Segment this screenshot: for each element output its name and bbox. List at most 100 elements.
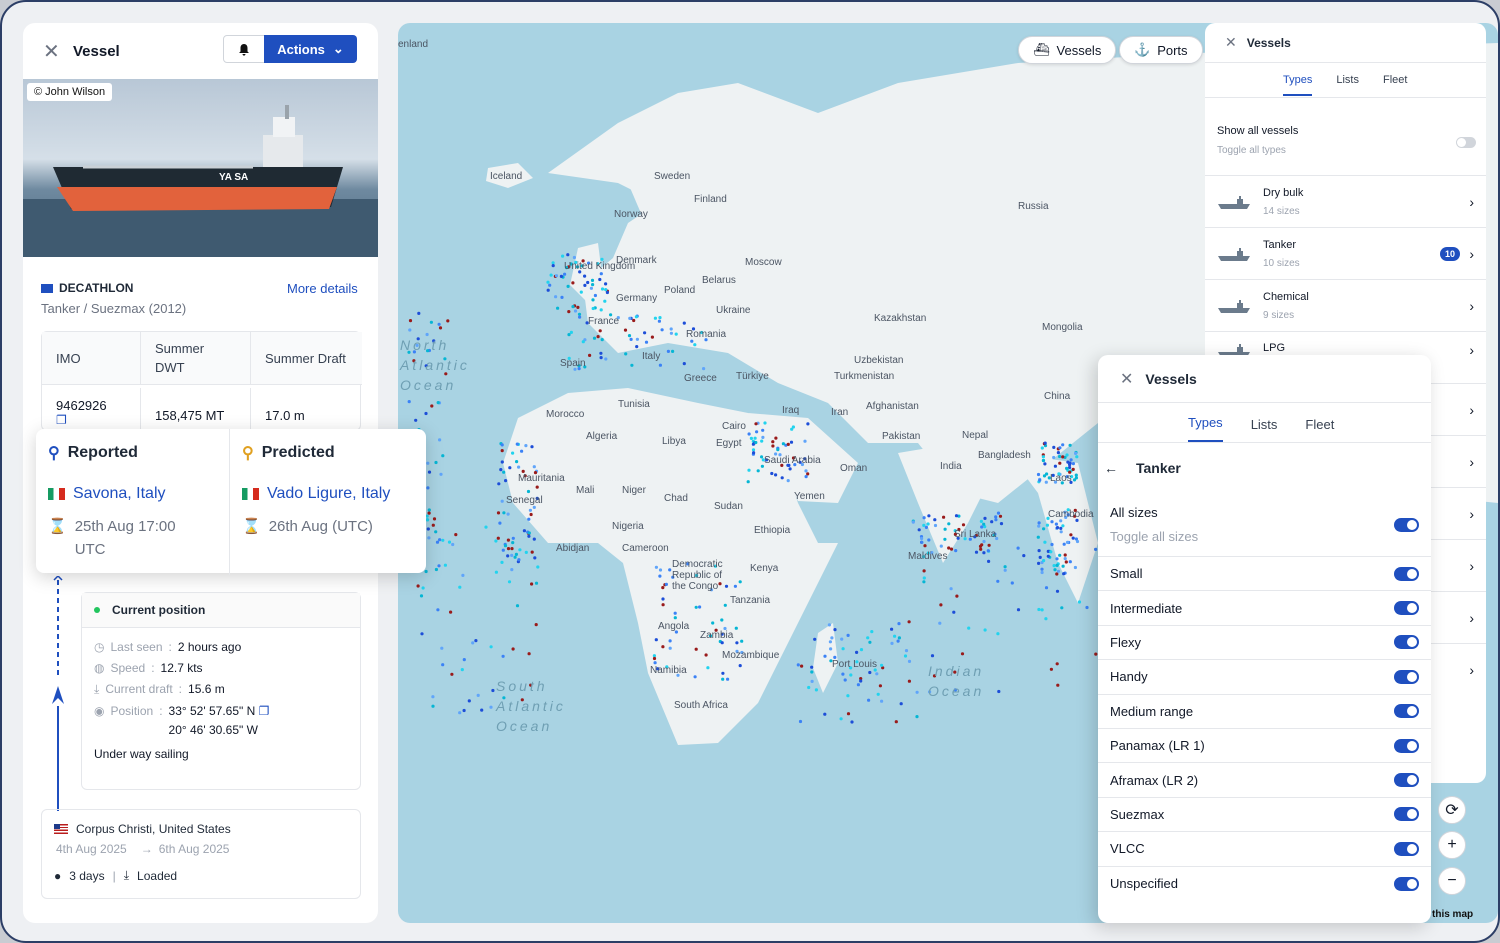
reported-port[interactable]: ⚲ Reported Savona, Italy ⌛ 25th Aug 17:0…: [36, 429, 230, 575]
refresh-button[interactable]: ⟳: [1438, 796, 1466, 824]
vessel-marker: [780, 476, 784, 480]
size-toggle[interactable]: [1394, 601, 1419, 616]
vessels-layer-button[interactable]: ⛴ Vessels: [1018, 36, 1117, 64]
vessel-marker: [1055, 563, 1059, 568]
size-toggle[interactable]: [1394, 566, 1419, 581]
vessel-marker: [658, 316, 662, 320]
vessel-marker: [1094, 652, 1098, 656]
vessel-marker: [1040, 570, 1044, 575]
vessel-marker: [859, 679, 863, 683]
type-row[interactable]: Tanker 10 sizes 10 ›: [1205, 228, 1486, 280]
vessel-marker: [954, 549, 958, 553]
predicted-title-text: Predicted: [261, 444, 335, 461]
reported-port-name[interactable]: Savona, Italy: [73, 485, 166, 503]
vessel-marker: [761, 428, 765, 432]
show-all-vessels-row: Show all vessels Toggle all types: [1205, 98, 1486, 176]
map-place-label: Maldives: [908, 551, 948, 562]
vessel-marker: [807, 685, 811, 690]
route-pin-icon: ⚲: [48, 445, 60, 462]
close-icon[interactable]: ✕: [43, 39, 67, 64]
latitude-value: 33° 52' 57.65" N ❐: [168, 704, 270, 718]
map-place-label: Türkiye: [736, 371, 769, 382]
vessel-marker: [894, 720, 898, 724]
predicted-port-name[interactable]: Vado Ligure, Italy: [267, 485, 390, 503]
tab-lists[interactable]: Lists: [1336, 74, 1359, 86]
vessel-marker: [407, 400, 411, 404]
vessel-marker: [604, 282, 608, 286]
vessel-marker: [454, 533, 458, 537]
vessel-marker: [579, 290, 583, 294]
copy-icon[interactable]: ❐: [56, 413, 67, 427]
size-toggle[interactable]: [1394, 841, 1419, 856]
map-attribution[interactable]: this map: [1432, 909, 1473, 920]
vessel-marker: [528, 508, 532, 512]
predicted-port[interactable]: ⚲ Predicted Vado Ligure, Italy ⌛ 26th Au…: [230, 429, 426, 575]
vessel-marker: [515, 460, 519, 464]
vessel-marker: [426, 486, 430, 490]
vessel-marker: [1058, 446, 1062, 450]
vessel-marker: [961, 523, 966, 527]
vessel-marker: [1022, 554, 1026, 558]
zoom-in-button[interactable]: +: [1438, 831, 1466, 859]
category-back-row[interactable]: ← Tanker: [1098, 443, 1431, 493]
tab-types[interactable]: Types: [1188, 415, 1223, 442]
chevron-right-icon: ›: [1469, 453, 1474, 470]
vessel-marker: [530, 582, 534, 586]
copy-icon[interactable]: ❐: [259, 704, 270, 718]
vessel-marker: [740, 639, 744, 643]
vessel-marker: [866, 636, 870, 640]
size-toggle[interactable]: [1394, 807, 1419, 822]
vessel-marker: [560, 295, 564, 299]
map-place-label: Moscow: [745, 257, 782, 268]
zoom-out-button[interactable]: −: [1438, 867, 1466, 895]
size-toggle[interactable]: [1394, 669, 1419, 684]
vessel-marker: [1061, 564, 1065, 568]
tab-fleet[interactable]: Fleet: [1383, 74, 1407, 86]
port-prediction-card: ⚲ Reported Savona, Italy ⌛ 25th Aug 17:0…: [36, 429, 426, 575]
type-row[interactable]: Chemical 9 sizes ›: [1205, 280, 1486, 332]
map-place-label: Greece: [684, 373, 717, 384]
vessel-marker: [517, 465, 521, 469]
vessel-marker: [508, 466, 512, 470]
vessel-marker: [999, 522, 1004, 526]
vessel-marker: [510, 568, 514, 572]
previous-port-box[interactable]: Corpus Christi, United States 4th Aug 20…: [41, 809, 361, 899]
vessel-marker: [501, 548, 505, 552]
more-details-link[interactable]: More details: [287, 281, 358, 296]
vessel-marker: [441, 663, 445, 667]
show-all-toggle[interactable]: [1456, 137, 1476, 148]
size-toggle[interactable]: [1394, 773, 1419, 788]
filter-tabs: Types Lists Fleet: [1205, 63, 1486, 98]
anchor-icon: ⚓: [1134, 42, 1151, 57]
speed-row: ◍ Speed: 12.7 kts: [94, 661, 203, 675]
size-toggle[interactable]: [1394, 738, 1419, 753]
vessel-marker: [1056, 451, 1060, 455]
size-toggle[interactable]: [1394, 704, 1419, 719]
vessel-marker: [827, 623, 831, 627]
vessel-marker: [682, 362, 686, 366]
vessel-marker: [506, 538, 510, 542]
notify-button[interactable]: [223, 35, 265, 63]
size-label: Unspecified: [1110, 876, 1178, 892]
vessel-marker: [1003, 568, 1007, 572]
tab-lists[interactable]: Lists: [1251, 417, 1278, 442]
predicted-eta-row: ⌛ 26th Aug (UTC): [242, 515, 414, 538]
vessel-marker: [682, 321, 686, 325]
close-icon[interactable]: ✕: [1120, 369, 1133, 389]
actions-button[interactable]: Actions ⌄: [264, 35, 357, 63]
size-toggle[interactable]: [1394, 876, 1419, 891]
vessel-marker: [1042, 527, 1046, 531]
vessel-marker: [494, 570, 498, 574]
vessel-marker: [431, 695, 435, 699]
size-row: Medium range: [1098, 695, 1431, 729]
vessel-marker: [414, 418, 418, 422]
all-sizes-toggle[interactable]: [1394, 517, 1419, 532]
vessel-marker: [432, 517, 437, 521]
close-icon[interactable]: ✕: [1225, 34, 1237, 51]
size-toggle[interactable]: [1394, 635, 1419, 650]
tab-types[interactable]: Types: [1283, 74, 1313, 96]
arrow-left-icon[interactable]: ←: [1104, 460, 1118, 476]
tab-fleet[interactable]: Fleet: [1305, 417, 1334, 442]
type-row[interactable]: Dry bulk 14 sizes ›: [1205, 176, 1486, 228]
ports-layer-button[interactable]: ⚓ Ports: [1119, 36, 1203, 64]
